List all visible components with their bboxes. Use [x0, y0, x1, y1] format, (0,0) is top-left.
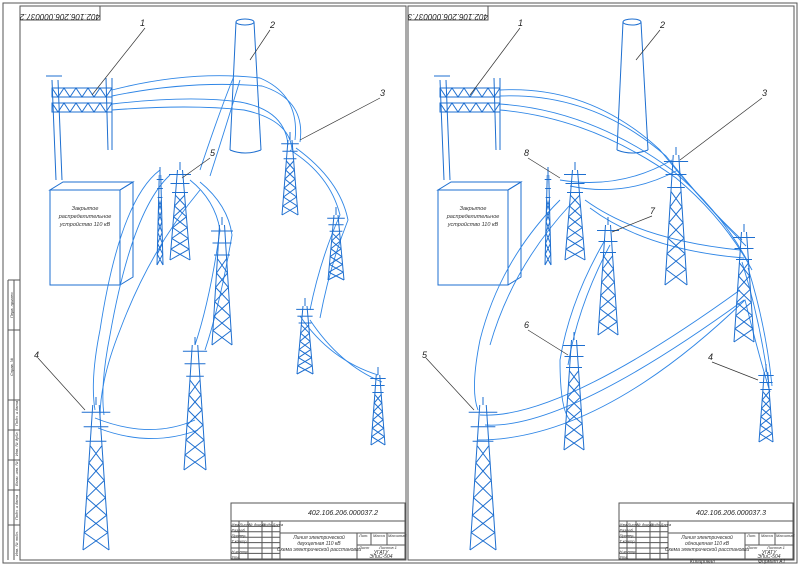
outer-border: [2, 2, 798, 564]
mass-label: Масса: [761, 533, 774, 538]
pylon-icon: [544, 167, 552, 266]
gantry-portal-icon: [434, 75, 501, 181]
svg-text:2: 2: [659, 20, 665, 30]
org-line: ЭЛиС-504: [369, 554, 392, 560]
footer-format: Формат А1: [758, 559, 786, 565]
pylon-icon: [468, 397, 498, 551]
svg-text:8: 8: [524, 148, 529, 158]
svg-text:3: 3: [380, 88, 385, 98]
svg-text:устройство 110 кВ: устройство 110 кВ: [59, 221, 111, 228]
substation-box: Закрытое распределительное устройство 11…: [436, 181, 523, 286]
svg-text:4: 4: [34, 350, 39, 360]
left-artwork: Закрытое распределительное устройство 11…: [34, 18, 386, 551]
pylon-icon: [597, 217, 619, 336]
svg-text:5: 5: [210, 148, 216, 158]
svg-text:1: 1: [518, 18, 523, 28]
pylon-icon: [156, 167, 164, 266]
conductor-lines: [92, 75, 383, 439]
role-row: Провер.: [232, 533, 247, 538]
col-header: Дата: [660, 522, 672, 527]
margin-stamp-column: Перв. примен. Справ. № Подп. и дата Инв.…: [7, 279, 20, 560]
role-row: Н.контр.: [620, 549, 637, 554]
left-towers: [81, 132, 386, 551]
col-header: Дата: [272, 522, 284, 527]
role-row: Т.контр.: [232, 538, 248, 543]
drawing-code: 402.106.206.000037.3: [696, 510, 766, 517]
svg-text:6: 6: [524, 320, 529, 330]
right-corner-code-box: 402.106.206.000037.3: [407, 5, 489, 21]
svg-text:7: 7: [650, 206, 656, 216]
right-towers: [468, 147, 774, 551]
pylon-icon: [327, 207, 345, 281]
svg-text:5: 5: [422, 350, 428, 360]
svg-text:распределительное: распределительное: [58, 214, 112, 220]
left-title-block: 402.106.206.000037.2Изм. Лист№ докум.Подп…: [230, 502, 407, 560]
stamp-dup-inv: Инв. № дубл.: [14, 431, 19, 456]
role-row: Разраб.: [620, 528, 634, 533]
stamp-repl-inv: Взам. инв. №: [14, 461, 19, 486]
stamp-sign-date-2: Подп. и дата: [14, 494, 19, 520]
title-line: Схема электрической расстановки: [665, 546, 749, 553]
pylon-icon: [758, 364, 774, 443]
lit-label: Лит.: [358, 533, 368, 538]
right-sheet-frame: [407, 5, 795, 561]
title-line: Линия электрической: [680, 534, 733, 541]
stamp-first-use: Перв. примен.: [9, 291, 14, 318]
scale-label: Масштаб: [388, 533, 407, 538]
sheet-label: Лист: [746, 545, 758, 550]
drawing-code: 402.106.206.000037.2: [308, 510, 378, 517]
right-artwork: Закрытое распределительное устройство 11…: [422, 18, 774, 551]
mass-label: Масса: [373, 533, 386, 538]
role-row: Утв.: [232, 555, 241, 560]
role-row: Провер.: [620, 533, 635, 538]
footer-copied: Копировал: [690, 559, 715, 565]
pylon-icon: [211, 217, 233, 346]
role-row: Т.контр.: [620, 538, 636, 543]
svg-text:4: 4: [708, 352, 713, 362]
role-row: Разраб.: [232, 528, 246, 533]
pylon-icon: [281, 132, 299, 216]
svg-text:распределительное: распределительное: [446, 214, 500, 220]
engineering-drawing: Перв. примен. Справ. № Подп. и дата Инв.…: [2, 2, 798, 565]
right-title-block: 402.106.206.000037.3Изм. Лист№ докум.Подп…: [618, 502, 795, 560]
scale-label: Масштаб: [776, 533, 795, 538]
lit-label: Лит.: [746, 533, 756, 538]
left-sheet-frame: [19, 5, 407, 561]
role-row: Н.контр.: [232, 549, 249, 554]
svg-text:2: 2: [269, 20, 275, 30]
pylon-icon: [81, 397, 111, 551]
svg-text:Закрытое: Закрытое: [460, 206, 487, 212]
svg-text:1: 1: [140, 18, 145, 28]
stamp-sign-date-1: Подп. и дата: [14, 400, 19, 426]
role-row: Утв.: [620, 555, 629, 560]
title-line: Схема электрической расстановки: [277, 546, 361, 553]
pylon-icon: [296, 298, 314, 375]
svg-text:устройство 110 кВ: устройство 110 кВ: [447, 221, 499, 228]
chimney-icon: [616, 18, 649, 154]
gantry-portal-icon: [46, 75, 113, 181]
svg-text:402.106.206.000037.2: 402.106.206.000037.2: [19, 12, 100, 21]
pylon-icon: [564, 162, 586, 261]
stamp-orig-inv: Инв. № подл.: [14, 531, 19, 556]
sheet-label: Лист: [358, 545, 370, 550]
substation-box: Закрытое распределительное устройство 11…: [48, 181, 135, 286]
pylon-icon: [169, 162, 191, 261]
pylon-icon: [370, 367, 386, 446]
svg-text:402.106.206.000037.3: 402.106.206.000037.3: [407, 12, 488, 21]
svg-text:Закрытое: Закрытое: [72, 206, 99, 212]
title-line: Линия электрической: [292, 534, 345, 541]
stamp-ref-no: Справ. №: [9, 357, 14, 376]
pylon-icon: [182, 337, 208, 471]
svg-text:3: 3: [762, 88, 767, 98]
left-corner-code-box: 402.106.206.000037.2: [19, 5, 101, 21]
drawing-sheet: Перв. примен. Справ. № Подп. и дата Инв.…: [0, 0, 800, 566]
conductor-lines: [473, 89, 773, 441]
